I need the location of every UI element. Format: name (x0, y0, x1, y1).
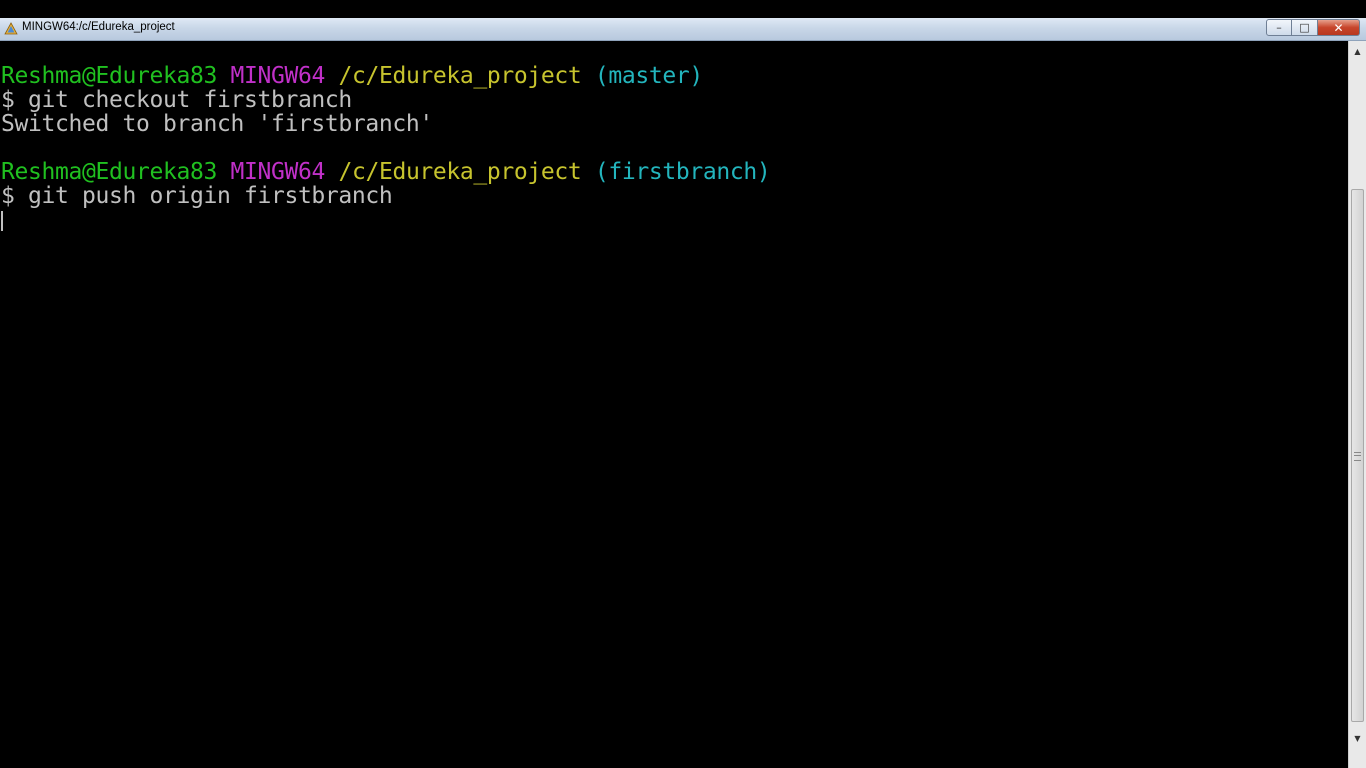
scroll-up-arrow-icon[interactable]: ▲ (1349, 43, 1366, 59)
prompt-path: /c/Edureka_project (338, 63, 582, 89)
command-line-2: $ git push origin firstbranch (1, 183, 393, 209)
title-bar[interactable]: MINGW64:/c/Edureka_project – □ ✕ (0, 18, 1366, 41)
mingw-app-icon (4, 22, 18, 35)
prompt-branch: (master) (594, 63, 703, 89)
scroll-down-arrow-icon[interactable]: ▼ (1349, 730, 1366, 746)
prompt-user: Reshma@Edureka83 (1, 159, 217, 185)
window-title: MINGW64:/c/Edureka_project (22, 21, 175, 33)
prompt-line-2: Reshma@Edureka83 MINGW64 /c/Edureka_proj… (1, 159, 771, 185)
window-controls: – □ ✕ (1266, 19, 1360, 37)
maximize-button[interactable]: □ (1292, 19, 1318, 36)
vertical-scrollbar[interactable]: ▲ ▼ (1348, 41, 1366, 768)
terminal-output[interactable]: Reshma@Edureka83 MINGW64 /c/Edureka_proj… (0, 41, 1348, 768)
prompt-user: Reshma@Edureka83 (1, 63, 217, 89)
minimize-button[interactable]: – (1266, 19, 1292, 36)
close-button[interactable]: ✕ (1318, 19, 1360, 36)
prompt-branch: (firstbranch) (594, 159, 771, 185)
output-line-1: Switched to branch 'firstbranch' (1, 111, 433, 137)
screen-top-strip (0, 0, 1366, 18)
prompt-path: /c/Edureka_project (338, 159, 582, 185)
scroll-thumb[interactable] (1351, 189, 1364, 722)
text-cursor (1, 211, 3, 231)
terminal-window: MINGW64:/c/Edureka_project – □ ✕ Reshma@… (0, 0, 1366, 768)
command-line-1: $ git checkout firstbranch (1, 87, 352, 113)
prompt-line-1: Reshma@Edureka83 MINGW64 /c/Edureka_proj… (1, 64, 703, 88)
grip-icon (1354, 452, 1361, 461)
prompt-host: MINGW64 (230, 63, 325, 89)
prompt-host: MINGW64 (230, 159, 325, 185)
